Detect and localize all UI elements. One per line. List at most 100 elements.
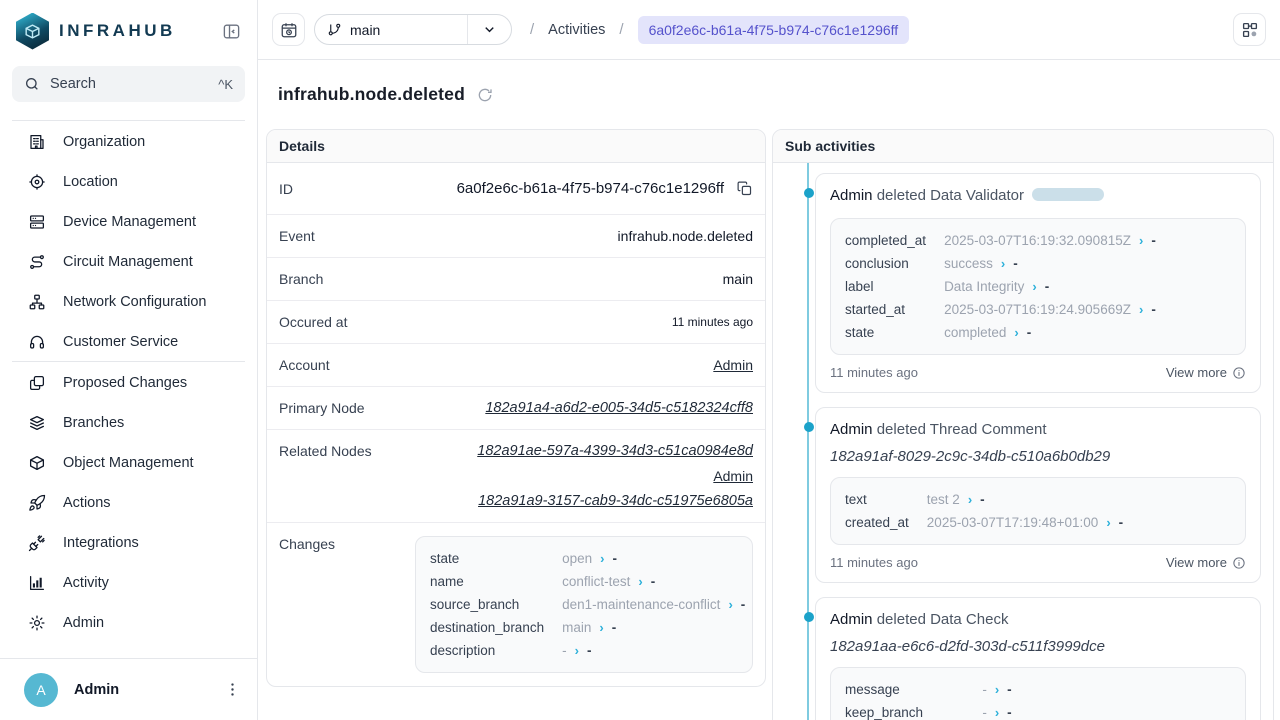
- view-more-link[interactable]: View more: [1166, 555, 1246, 570]
- sidebar-item-activity[interactable]: Activity: [0, 563, 257, 603]
- time-travel-button[interactable]: [272, 13, 305, 46]
- chevron-right-icon: ›: [1139, 302, 1143, 317]
- content-columns: Details ID6a0f2e6c-b61a-4f75-b974-c76c1e…: [258, 129, 1280, 720]
- property-new-value: -: [1013, 256, 1018, 271]
- chevron-right-icon: ›: [968, 492, 972, 507]
- property-old-value: Data Integrity: [944, 279, 1024, 294]
- sidebar-item-branches[interactable]: Branches: [0, 403, 257, 443]
- sidebar-item-circuit-management[interactable]: Circuit Management: [0, 242, 257, 282]
- diff-icon: [28, 374, 46, 392]
- node-link[interactable]: Admin: [713, 357, 753, 373]
- property-row: stateopen›-: [430, 547, 745, 570]
- sidebar-item-organization[interactable]: Organization: [0, 122, 257, 162]
- activity-card: Admin deleted Data Validatorcompleted_at…: [815, 173, 1261, 393]
- cube-icon: [28, 454, 46, 472]
- property-key: state: [845, 321, 944, 344]
- page-content: infrahub.node.deleted Details ID6a0f2e6c…: [258, 60, 1280, 720]
- property-old-value: -: [982, 682, 987, 697]
- chevron-right-icon: ›: [1001, 256, 1005, 271]
- details-row-label: Event: [279, 228, 315, 244]
- activity-actor: Admin: [830, 187, 873, 204]
- details-row-label: Changes: [279, 536, 335, 552]
- chevron-right-icon: ›: [575, 643, 579, 658]
- details-row: Event infrahub.node.deleted: [267, 215, 765, 258]
- property-new-value: -: [1119, 515, 1124, 530]
- plug-icon: [28, 534, 46, 552]
- property-values: main›-: [562, 616, 745, 639]
- chevron-right-icon: ›: [1032, 279, 1036, 294]
- property-row: statecompleted›-: [845, 321, 1156, 344]
- sidebar-item-customer-service[interactable]: Customer Service: [0, 322, 257, 361]
- property-key: text: [845, 488, 927, 511]
- property-old-value: den1-maintenance-conflict: [562, 597, 720, 612]
- page-title: infrahub.node.deleted: [278, 84, 465, 105]
- chevron-right-icon: ›: [638, 574, 642, 589]
- branch-selector-caret[interactable]: [467, 15, 511, 44]
- sidebar-item-proposed-changes[interactable]: Proposed Changes: [0, 363, 257, 403]
- details-row-label: Account: [279, 357, 330, 373]
- node-link[interactable]: 182a91ae-597a-4399-34d3-c51ca0984e8d: [477, 443, 753, 459]
- details-row-value: infrahub.node.deleted: [618, 228, 753, 244]
- details-row: ID6a0f2e6c-b61a-4f75-b974-c76c1e1296ff: [267, 163, 765, 215]
- sub-activities-timeline: Admin deleted Data Validatorcompleted_at…: [773, 163, 1273, 720]
- breadcrumb-activities[interactable]: Activities: [548, 22, 605, 38]
- property-values: completed›-: [944, 321, 1156, 344]
- property-values: -›-: [982, 701, 1014, 720]
- property-values: den1-maintenance-conflict›-: [562, 593, 745, 616]
- sidebar-item-network-configuration[interactable]: Network Configuration: [0, 282, 257, 322]
- sub-activities-panel: Sub activities Admin deleted Data Valida…: [772, 129, 1274, 720]
- sidebar-item-object-management[interactable]: Object Management: [0, 443, 257, 483]
- activity-action: deleted Data Check: [877, 611, 1009, 628]
- node-link[interactable]: 182a91a4-a6d2-e005-34d5-c5182324cff8: [485, 400, 753, 416]
- property-key: destination_branch: [430, 616, 562, 639]
- chevron-right-icon: ›: [599, 620, 603, 635]
- sidebar-item-actions[interactable]: Actions: [0, 483, 257, 523]
- properties-table: texttest 2›-created_at2025-03-07T17:19:4…: [845, 488, 1123, 534]
- property-row: started_at2025-03-07T16:19:24.905669Z›-: [845, 298, 1156, 321]
- sidebar-item-integrations[interactable]: Integrations: [0, 523, 257, 563]
- sidebar-item-label: Customer Service: [63, 334, 178, 350]
- view-more-link[interactable]: View more: [1166, 365, 1246, 380]
- property-values: 2025-03-07T17:19:48+01:00›-: [927, 511, 1123, 534]
- git-branch-icon: [327, 22, 342, 37]
- node-link[interactable]: 182a91a9-3157-cab9-34dc-c51975e6805a: [478, 493, 753, 509]
- refresh-icon[interactable]: [477, 87, 493, 103]
- schema-graph-button[interactable]: [1233, 13, 1266, 46]
- search-input[interactable]: Search ^K: [12, 66, 245, 102]
- property-old-value: conflict-test: [562, 574, 630, 589]
- copy-button[interactable]: [736, 180, 753, 197]
- user-menu-kebab-icon[interactable]: [224, 681, 241, 698]
- sidebar: INFRAHUB Search ^K OrganizationLocationD…: [0, 0, 258, 720]
- properties-box: stateopen›-nameconflict-test›-source_bra…: [415, 536, 753, 673]
- search-shortcut: ^K: [218, 77, 233, 92]
- branch-selector[interactable]: main: [314, 14, 512, 45]
- property-key: keep_branch: [845, 701, 982, 720]
- sidebar-collapse-icon[interactable]: [222, 22, 241, 41]
- headset-icon: [28, 333, 46, 351]
- breadcrumb-separator: /: [530, 21, 534, 38]
- location-icon: [28, 173, 46, 191]
- property-new-value: -: [587, 643, 592, 658]
- property-row: nameconflict-test›-: [430, 570, 745, 593]
- graph-icon: [1241, 21, 1259, 39]
- sidebar-item-label: Organization: [63, 134, 145, 150]
- property-key: label: [845, 275, 944, 298]
- activity-node-id: 182a91af-8029-2c9c-34db-c510a6b0db29: [830, 448, 1246, 465]
- activity-card: Admin deleted Data Check182a91aa-e6c6-d2…: [815, 597, 1261, 720]
- node-link[interactable]: Admin: [713, 468, 753, 484]
- breadcrumb-activity-id[interactable]: 6a0f2e6c-b61a-4f75-b974-c76c1e1296ff: [638, 16, 910, 44]
- details-row-links: Admin: [713, 357, 753, 373]
- infrahub-logo-icon: [16, 13, 49, 50]
- property-new-value: -: [1045, 279, 1050, 294]
- property-key: started_at: [845, 298, 944, 321]
- property-values: -›-: [982, 678, 1014, 701]
- sidebar-item-location[interactable]: Location: [0, 162, 257, 202]
- sidebar-item-admin[interactable]: Admin: [0, 603, 257, 643]
- details-row-links: 182a91a4-a6d2-e005-34d5-c5182324cff8: [485, 400, 753, 416]
- details-row-label: Primary Node: [279, 400, 365, 416]
- chevron-right-icon: ›: [1139, 233, 1143, 248]
- sidebar-item-device-management[interactable]: Device Management: [0, 202, 257, 242]
- avatar: A: [24, 673, 58, 707]
- info-icon: [1232, 366, 1246, 380]
- activity-time: 11 minutes ago: [830, 555, 918, 570]
